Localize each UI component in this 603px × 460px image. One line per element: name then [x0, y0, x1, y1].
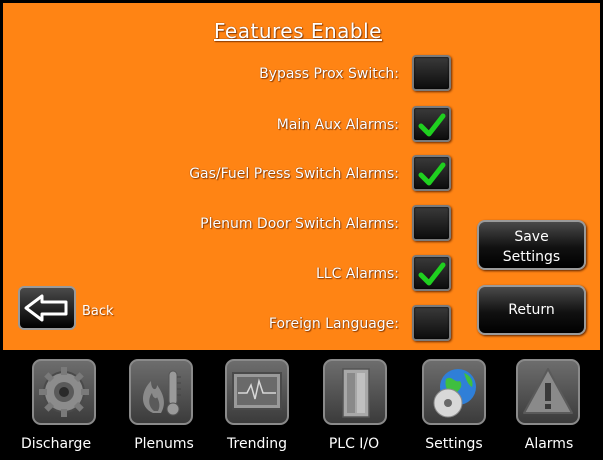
- nav-trending-button[interactable]: [225, 359, 289, 425]
- globe-disc-icon: [433, 369, 476, 418]
- feature-label-bypass-prox-switch: Bypass Prox Switch:: [259, 66, 399, 82]
- nav-label-trending: Trending: [227, 436, 287, 452]
- save-settings-label-line2: Settings: [502, 249, 561, 265]
- nav-label-plc-io: PLC I/O: [328, 436, 380, 452]
- checkbox-foreign-language[interactable]: [412, 305, 451, 341]
- save-settings-button[interactable]: Save Settings: [477, 220, 586, 270]
- monitor-trend-icon: [232, 372, 282, 410]
- nav-alarms-button[interactable]: [516, 359, 580, 425]
- checkmark-icon: [418, 262, 446, 286]
- nav-settings-button[interactable]: [422, 359, 486, 425]
- nav-plenums-button[interactable]: [129, 359, 193, 425]
- nav-label-plenums: Plenums: [134, 436, 194, 452]
- feature-label-plenum-door-switch-alarms: Plenum Door Switch Alarms:: [200, 216, 399, 232]
- warning-triangle-icon: [523, 368, 573, 414]
- gear-icon: [39, 367, 89, 417]
- arrow-left-icon: [24, 294, 68, 322]
- page-title: Features Enable: [214, 19, 382, 43]
- back-label: Back: [82, 304, 114, 319]
- return-button[interactable]: Return: [477, 285, 586, 335]
- feature-label-llc-alarms: LLC Alarms:: [315, 266, 399, 282]
- save-settings-label-line1: Save: [514, 229, 549, 245]
- checkbox-bypass-prox-switch[interactable]: [412, 55, 451, 91]
- bottom-nav-bar: Discharge Plenums Trending PLC I/O Setti…: [0, 350, 603, 460]
- nav-discharge-button[interactable]: [32, 359, 96, 425]
- nav-plc-io-button[interactable]: [323, 359, 387, 425]
- checkbox-llc-alarms[interactable]: [412, 255, 451, 291]
- feature-label-foreign-language: Foreign Language:: [268, 316, 399, 332]
- flame-thermometer-icon: [143, 370, 181, 416]
- checkbox-plenum-door-switch-alarms[interactable]: [412, 205, 451, 241]
- return-label: Return: [508, 302, 555, 318]
- checkbox-main-aux-alarms[interactable]: [412, 106, 451, 142]
- feature-label-gas-fuel-press-switch-alarms: Gas/Fuel Press Switch Alarms:: [189, 166, 399, 182]
- nav-label-alarms: Alarms: [524, 436, 574, 452]
- back-button[interactable]: [18, 286, 76, 330]
- checkmark-icon: [418, 113, 446, 137]
- plc-cabinet-icon: [342, 368, 370, 418]
- nav-label-settings: Settings: [425, 436, 483, 452]
- checkbox-gas-fuel-press-switch-alarms[interactable]: [412, 155, 451, 191]
- feature-label-main-aux-alarms: Main Aux Alarms:: [276, 117, 399, 133]
- nav-label-discharge: Discharge: [20, 436, 92, 452]
- checkmark-icon: [418, 162, 446, 186]
